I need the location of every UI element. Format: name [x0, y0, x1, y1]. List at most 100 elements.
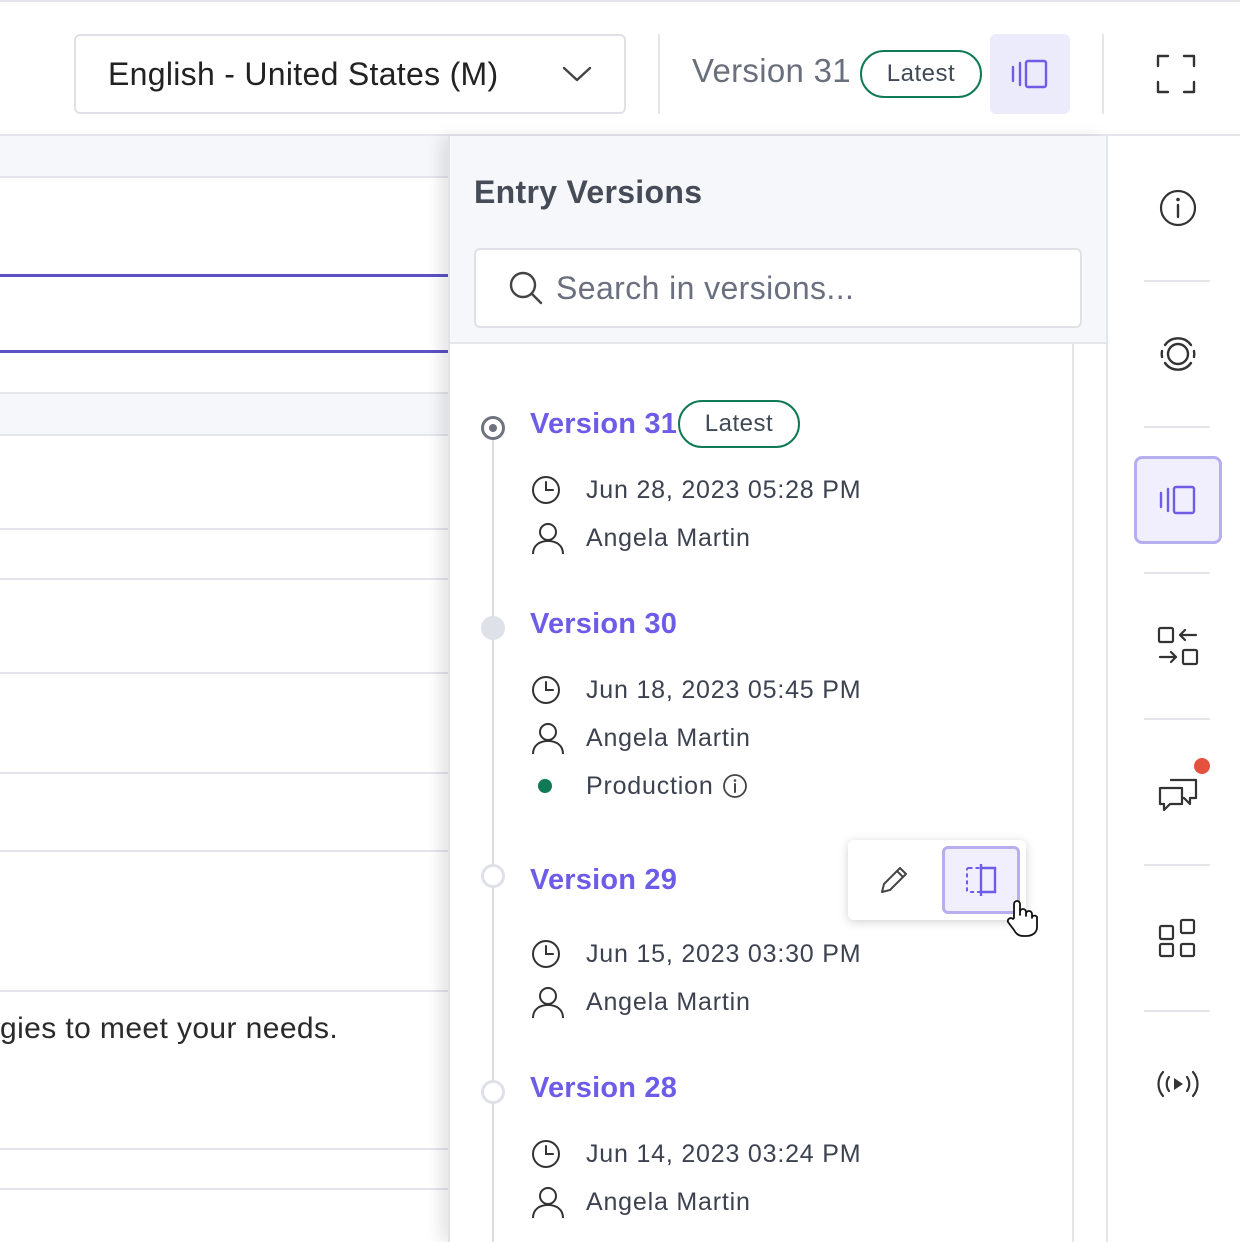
panel-title: Entry Versions — [474, 174, 703, 210]
environment-text: Production — [586, 771, 714, 800]
compare-button[interactable] — [1134, 602, 1222, 690]
clock-icon — [532, 1140, 560, 1168]
header-divider — [1102, 34, 1104, 114]
search-icon — [509, 271, 543, 305]
content-section-header — [0, 136, 448, 176]
version-environment: Production — [530, 768, 748, 804]
hand-cursor-icon — [1006, 900, 1038, 937]
divider — [0, 528, 448, 530]
version-date: Jun 18, 2023 05:45 PM — [530, 672, 861, 708]
rail-divider — [1144, 280, 1210, 282]
compare-arrows-icon — [1157, 626, 1199, 666]
versions-search-box[interactable] — [474, 248, 1082, 328]
divider — [0, 176, 448, 178]
right-icon-rail — [1106, 136, 1240, 1242]
user-icon — [532, 1187, 564, 1219]
header-divider — [658, 34, 660, 114]
version-author: Angela Martin — [530, 720, 751, 756]
versions-search-input[interactable] — [556, 269, 1056, 307]
focused-field-border-bottom — [0, 350, 448, 353]
versions-panel-header: Entry Versions — [450, 136, 1106, 344]
version-author: Angela Martin — [530, 520, 751, 556]
version-author: Angela Martin — [530, 984, 751, 1020]
version-author: Angela Martin — [530, 1184, 751, 1220]
latest-badge: Latest — [678, 400, 800, 448]
version-date-text: Jun 18, 2023 05:45 PM — [586, 675, 862, 704]
version-title[interactable]: Version 30 — [530, 608, 677, 641]
versions-icon — [1159, 485, 1196, 515]
clock-icon — [532, 476, 560, 504]
version-date: Jun 15, 2023 03:30 PM — [530, 936, 861, 972]
compare-icon — [966, 864, 997, 896]
edit-version-name-button[interactable] — [862, 848, 926, 912]
chevron-down-icon — [562, 66, 592, 82]
user-icon — [532, 723, 564, 755]
rail-divider — [1144, 1010, 1210, 1012]
widgets-grid-icon — [1158, 918, 1196, 958]
entry-info-button[interactable] — [1134, 164, 1222, 252]
version-date: Jun 14, 2023 03:24 PM — [530, 1136, 861, 1172]
timeline-node-current — [481, 416, 505, 440]
live-preview-button[interactable] — [1134, 310, 1222, 398]
clock-icon — [532, 676, 560, 704]
version-date-text: Jun 28, 2023 05:28 PM — [586, 475, 862, 504]
rail-divider — [1144, 864, 1210, 866]
versions-panel-toggle-button[interactable] — [990, 34, 1070, 114]
entry-versions-panel: Entry Versions Version 31 Latest Jun 28,… — [448, 136, 1106, 1242]
language-select-value: English - United States (M) — [108, 55, 499, 92]
timeline-node — [481, 616, 505, 640]
versions-icon — [1011, 59, 1048, 89]
user-icon — [532, 987, 564, 1019]
version-author-text: Angela Martin — [586, 723, 751, 752]
info-icon[interactable] — [722, 773, 748, 799]
version-author-text: Angela Martin — [586, 523, 751, 552]
divider — [0, 990, 448, 992]
divider — [0, 850, 448, 852]
scrollbar[interactable] — [1072, 344, 1074, 1242]
timeline-line — [492, 426, 494, 1242]
widgets-button[interactable] — [1134, 894, 1222, 982]
release-broadcast-icon — [1157, 1070, 1199, 1098]
timeline-node — [481, 864, 505, 888]
version-author-text: Angela Martin — [586, 1187, 751, 1216]
rail-divider — [1144, 426, 1210, 428]
version-date-text: Jun 14, 2023 03:24 PM — [586, 1139, 862, 1168]
release-button[interactable] — [1134, 1040, 1222, 1128]
info-icon — [1159, 189, 1197, 227]
focused-field-border-top — [0, 274, 448, 277]
divider — [0, 1188, 448, 1190]
version-title[interactable]: Version 31 — [530, 408, 677, 441]
user-icon — [532, 523, 564, 555]
published-status-dot — [538, 779, 552, 793]
version-actions-popover — [848, 840, 1026, 920]
divider — [0, 434, 448, 436]
version-date-text: Jun 15, 2023 03:30 PM — [586, 939, 862, 968]
divider — [0, 672, 448, 674]
clock-icon — [532, 940, 560, 968]
version-date: Jun 28, 2023 05:28 PM — [530, 472, 861, 508]
content-text: gies to meet your needs. — [0, 1012, 339, 1045]
versions-button[interactable] — [1134, 456, 1222, 544]
version-author-text: Angela Martin — [586, 987, 751, 1016]
content-section-header — [0, 394, 448, 434]
entry-header: English - United States (M) Version 31 L… — [0, 0, 1240, 136]
timeline-node — [481, 1080, 505, 1104]
version-title[interactable]: Version 28 — [530, 1072, 677, 1105]
fullscreen-icon — [1156, 54, 1196, 94]
current-version-label: Version 31 — [692, 52, 851, 89]
divider — [0, 772, 448, 774]
divider — [0, 1148, 448, 1150]
rail-divider — [1144, 572, 1210, 574]
divider — [0, 578, 448, 580]
rail-divider — [1144, 718, 1210, 720]
language-select[interactable]: English - United States (M) — [74, 34, 626, 114]
comments-button[interactable] — [1134, 748, 1222, 836]
pencil-icon — [881, 867, 907, 893]
comments-icon — [1158, 778, 1198, 812]
version-title[interactable]: Version 29 — [530, 864, 677, 897]
fullscreen-button[interactable] — [1136, 34, 1216, 114]
latest-badge: Latest — [860, 50, 982, 98]
notification-dot — [1194, 758, 1210, 774]
live-preview-icon — [1160, 337, 1196, 371]
entry-content-area: gies to meet your needs. — [0, 136, 448, 1242]
